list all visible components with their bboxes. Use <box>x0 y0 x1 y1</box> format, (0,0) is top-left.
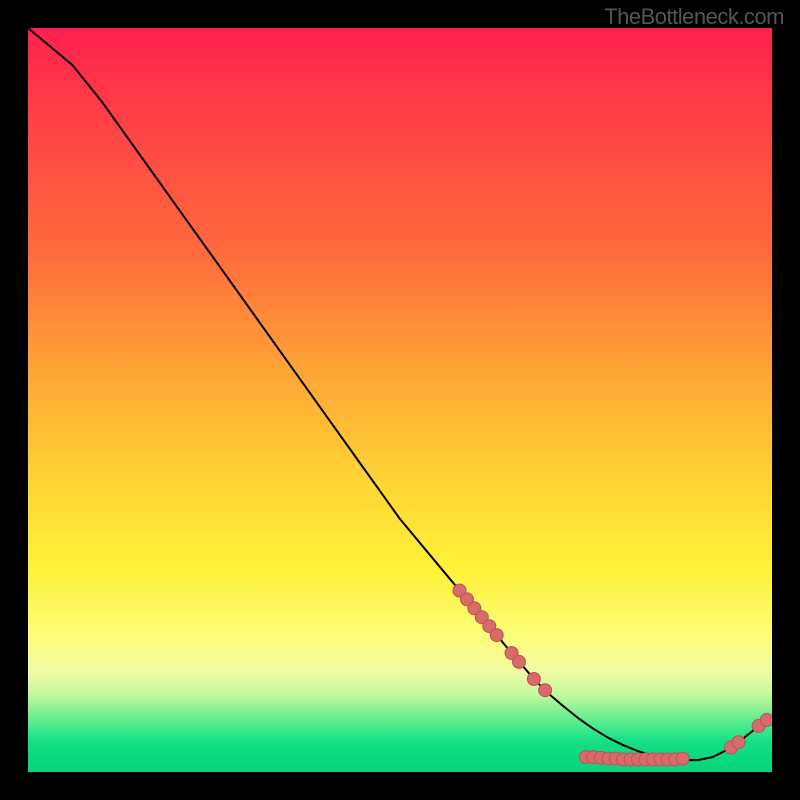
curve-marker <box>732 736 745 749</box>
curve-marker <box>527 673 540 686</box>
curve-marker <box>513 655 526 668</box>
chart-plot-area <box>28 28 772 772</box>
curve-markers <box>453 584 772 766</box>
chart-svg <box>28 28 772 772</box>
bottleneck-curve <box>28 28 768 760</box>
curve-marker <box>539 684 552 697</box>
curve-marker <box>490 629 503 642</box>
watermark-text: TheBottleneck.com <box>604 4 784 30</box>
curve-marker <box>760 713 772 726</box>
curve-marker <box>676 752 689 765</box>
